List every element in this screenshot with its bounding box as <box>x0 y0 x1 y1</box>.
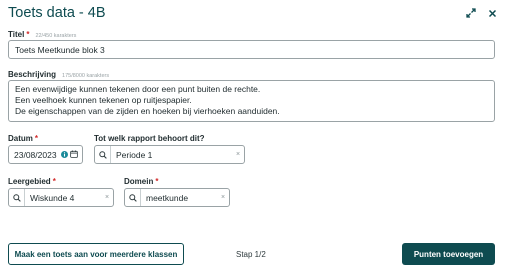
titel-char-counter: 22/450 karakters <box>35 33 77 39</box>
calendar-icon[interactable] <box>70 150 78 158</box>
multi-class-button[interactable]: Maak een toets aan voor meerdere klassen <box>8 243 184 265</box>
datum-label-text: Datum <box>8 134 33 143</box>
close-icon[interactable] <box>485 6 499 20</box>
datum-value: 23/08/2023 <box>14 150 57 160</box>
leergebied-value: Wiskunde 4 <box>30 192 75 203</box>
required-mark: * <box>34 134 39 143</box>
leergebied-clear-icon[interactable]: × <box>101 194 113 201</box>
beschrijving-line: Een evenwijdige kunnen tekenen door een … <box>15 84 261 94</box>
rapport-label: Tot welk rapport behoort dit? <box>94 134 205 143</box>
step-indicator: Stap 1/2 <box>236 250 266 259</box>
info-icon <box>61 150 68 158</box>
leergebied-label: Leergebied * <box>8 177 56 186</box>
titel-label-text: Titel <box>8 30 25 39</box>
search-icon <box>125 189 141 206</box>
date-icons <box>61 150 78 158</box>
dialog-title: Toets data - 4B <box>8 5 106 21</box>
required-mark: * <box>26 30 30 39</box>
titel-input[interactable]: Toets Meetkunde blok 3 <box>8 40 495 59</box>
domein-select[interactable]: meetkunde × <box>124 188 230 207</box>
titel-label: Titel * 22/450 karakters <box>8 30 76 39</box>
datum-input[interactable]: 23/08/2023 <box>8 145 83 164</box>
rapport-select[interactable]: Periode 1 × <box>94 145 245 164</box>
datum-label: Datum * <box>8 134 38 143</box>
beschrijving-char-counter: 175/8000 karakters <box>62 73 110 79</box>
domein-label-text: Domein <box>124 177 154 186</box>
domein-value: meetkunde <box>146 192 189 203</box>
required-mark: * <box>155 177 159 186</box>
beschrijving-label-text: Beschrijving <box>8 70 57 79</box>
toets-data-dialog: Toets data - 4B Titel * 22/450 karakters T… <box>0 0 506 275</box>
search-icon <box>95 146 111 163</box>
beschrijving-line: Een veelhoek kunnen tekenen op ruitjespa… <box>15 95 192 106</box>
expand-icon[interactable] <box>464 6 478 20</box>
domein-clear-icon[interactable]: × <box>217 194 229 201</box>
leergebied-label-text: Leergebied <box>8 177 51 186</box>
beschrijving-line: De eigenschappen van de zijden en hoeken… <box>15 106 280 117</box>
punten-toevoegen-button[interactable]: Punten toevoegen <box>402 243 495 265</box>
beschrijving-label: Beschrijving 175/8000 karakters <box>8 70 109 79</box>
leergebied-select[interactable]: Wiskunde 4 × <box>8 188 114 207</box>
rapport-value: Periode 1 <box>116 149 153 160</box>
rapport-clear-icon[interactable]: × <box>232 151 244 158</box>
search-icon <box>9 189 25 206</box>
required-mark: * <box>52 177 56 186</box>
domein-label: Domein * <box>124 177 158 186</box>
beschrijving-textarea[interactable]: Een evenwijdige kunnen tekenen door een … <box>8 80 495 122</box>
